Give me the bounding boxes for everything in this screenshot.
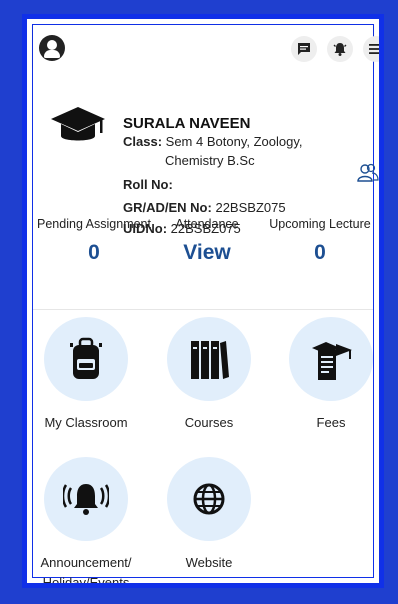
profile-card: SURALA NAVEEN Class: Sem 4 Botony, Zoolo… bbox=[33, 67, 379, 236]
alarm-bell-icon bbox=[63, 484, 109, 515]
tile-announcements[interactable]: Announcement/ Holiday/Events bbox=[36, 457, 136, 588]
tile-circle bbox=[44, 317, 128, 401]
app-frame: SURALA NAVEEN Class: Sem 4 Botony, Zoolo… bbox=[22, 14, 384, 588]
avatar[interactable] bbox=[39, 35, 65, 61]
student-name: SURALA NAVEEN bbox=[123, 115, 251, 132]
menu-icon bbox=[369, 44, 379, 54]
fees-receipt-icon bbox=[312, 342, 352, 380]
tile-circle bbox=[167, 457, 251, 541]
class-value-2: Chemistry B.Sc bbox=[165, 153, 255, 168]
tile-circle bbox=[167, 317, 251, 401]
roll-label: Roll No: bbox=[123, 177, 173, 192]
books-icon bbox=[191, 341, 229, 379]
stat-value: 0 bbox=[88, 241, 100, 264]
tile-label: Announcement/ Holiday/Events bbox=[36, 553, 136, 588]
tile-label-line1: Announcement/ bbox=[40, 555, 132, 570]
class-line: Class: Sem 4 Botony, Zoology, bbox=[123, 134, 302, 149]
globe-icon bbox=[193, 483, 225, 515]
roll-line: Roll No: bbox=[123, 177, 173, 192]
tile-circle bbox=[44, 457, 128, 541]
stat-label: Upcoming Lecture bbox=[269, 217, 371, 231]
stat-upcoming-lecture[interactable]: Upcoming Lecture 0 bbox=[259, 217, 379, 265]
contacts-icon[interactable] bbox=[357, 163, 379, 183]
class-value: Sem 4 Botony, Zoology, bbox=[165, 134, 303, 149]
class-label: Class: bbox=[123, 134, 163, 149]
stat-value: 0 bbox=[314, 241, 326, 264]
tile-circle bbox=[289, 317, 373, 401]
gr-value: 22BSBZ075 bbox=[215, 200, 286, 215]
gr-line: GR/AD/EN No: 22BSBZ075 bbox=[123, 200, 286, 215]
notification-button[interactable] bbox=[327, 36, 353, 62]
tile-label-line2: Holiday/Events bbox=[42, 575, 130, 588]
gr-label: GR/AD/EN No: bbox=[123, 200, 212, 215]
stat-value: View bbox=[183, 241, 231, 264]
tile-label: My Classroom bbox=[44, 415, 128, 430]
top-bar bbox=[33, 25, 379, 67]
graduation-cap-icon bbox=[51, 107, 105, 141]
stats-row: Pending Assignment 0 Attendance View Upc… bbox=[33, 217, 373, 310]
bell-icon bbox=[333, 43, 347, 56]
avatar-head bbox=[47, 40, 57, 50]
chat-button[interactable] bbox=[291, 36, 317, 62]
app-screen: SURALA NAVEEN Class: Sem 4 Botony, Zoolo… bbox=[32, 24, 379, 583]
tile-courses[interactable]: Courses bbox=[159, 317, 259, 433]
tile-fees[interactable]: Fees bbox=[281, 317, 379, 433]
stat-label: Attendance bbox=[175, 217, 239, 231]
tile-my-classroom[interactable]: My Classroom bbox=[36, 317, 136, 433]
stat-pending-assignment[interactable]: Pending Assignment 0 bbox=[33, 217, 155, 265]
tile-website[interactable]: Website bbox=[159, 457, 259, 573]
avatar-body bbox=[44, 50, 60, 58]
tile-label: Website bbox=[185, 555, 233, 570]
tile-label: Fees bbox=[316, 415, 346, 430]
tile-label: Courses bbox=[184, 415, 234, 430]
backpack-icon bbox=[70, 337, 102, 379]
stat-label: Pending Assignment bbox=[37, 217, 151, 231]
menu-button[interactable] bbox=[363, 36, 379, 62]
chat-icon bbox=[298, 43, 310, 55]
stat-attendance[interactable]: Attendance View bbox=[157, 217, 257, 265]
